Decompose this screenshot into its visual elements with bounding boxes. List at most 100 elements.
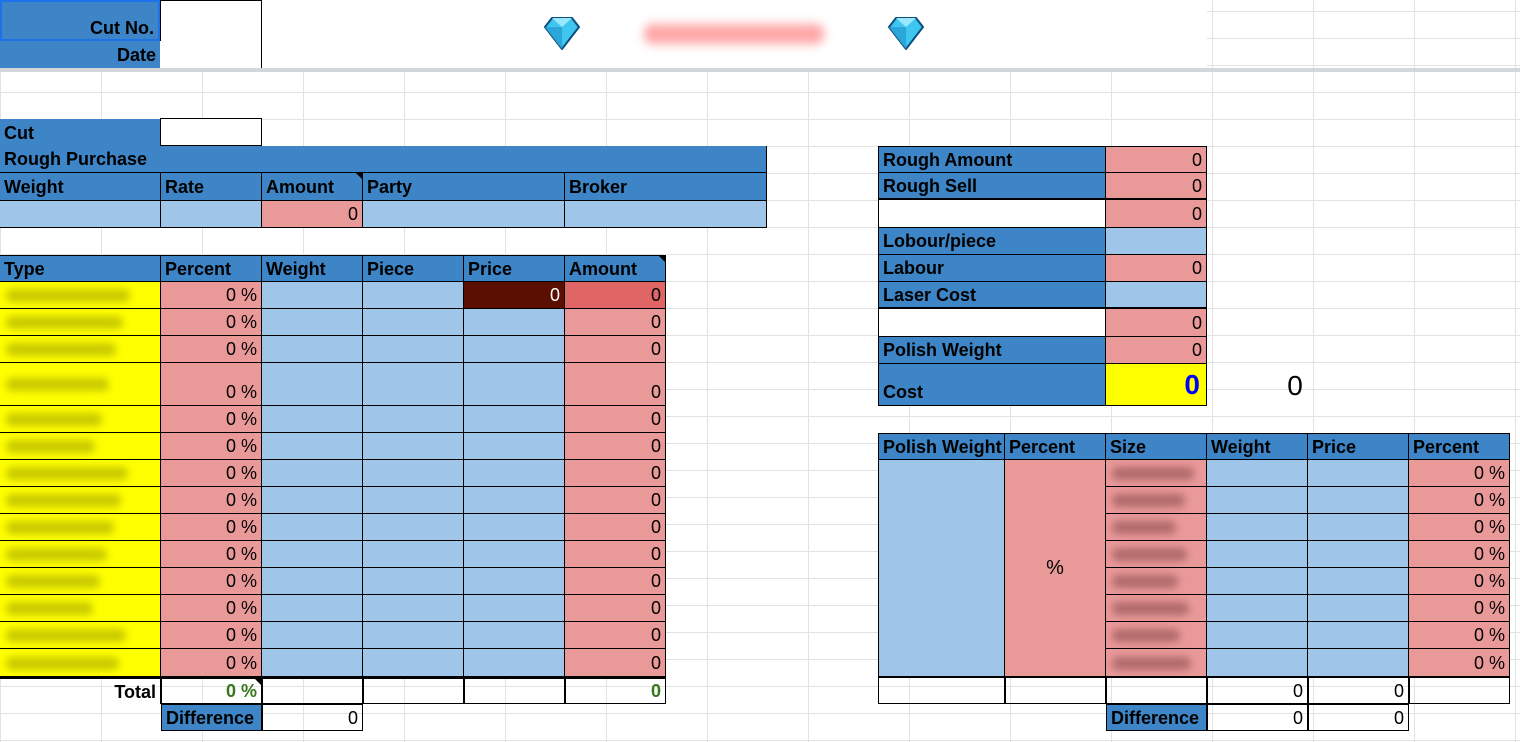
type-percent-cell: 0 %	[161, 460, 262, 487]
type-price-input[interactable]	[464, 514, 565, 541]
polish-price-row-input[interactable]	[1308, 514, 1409, 541]
type-name-cell[interactable]	[0, 541, 161, 568]
type-price-input[interactable]	[464, 541, 565, 568]
type-name-cell[interactable]	[0, 282, 161, 309]
type-weight-input[interactable]	[262, 649, 363, 677]
polish-size-cell	[1106, 595, 1207, 622]
polish-price-row-input[interactable]	[1308, 595, 1409, 622]
rough-broker-input[interactable]	[565, 201, 767, 228]
polish-weight-row-input[interactable]	[1207, 595, 1308, 622]
type-weight-input[interactable]	[262, 363, 363, 406]
polish-weight-value: 0	[1106, 337, 1207, 364]
type-name-cell[interactable]	[0, 514, 161, 541]
type-price-input[interactable]	[464, 363, 565, 406]
frozen-row-divider	[0, 68, 1520, 72]
polish-col-percent: Percent	[1005, 433, 1106, 460]
type-piece-input[interactable]	[363, 595, 464, 622]
type-price-input[interactable]	[464, 309, 565, 336]
type-name-cell[interactable]	[0, 568, 161, 595]
polish-weight-row-input[interactable]	[1207, 541, 1308, 568]
type-piece-input[interactable]	[363, 309, 464, 336]
type-price-input[interactable]	[464, 487, 565, 514]
polish-price-row-input[interactable]	[1308, 487, 1409, 514]
type-piece-input[interactable]	[363, 433, 464, 460]
polish-price-row-input[interactable]	[1308, 568, 1409, 595]
type-name-cell[interactable]	[0, 433, 161, 460]
polish-price-row-input[interactable]	[1308, 649, 1409, 677]
cut-no-field[interactable]	[160, 0, 262, 42]
type-price-input[interactable]	[464, 622, 565, 649]
type-piece-input[interactable]	[363, 363, 464, 406]
type-piece-input[interactable]	[363, 649, 464, 677]
polish-price-row-input[interactable]	[1308, 622, 1409, 649]
type-price-input[interactable]	[464, 406, 565, 433]
polish-total-blank-2	[1005, 677, 1106, 704]
type-piece-input[interactable]	[363, 568, 464, 595]
type-name-cell[interactable]	[0, 622, 161, 649]
type-weight-input[interactable]	[262, 406, 363, 433]
type-piece-input[interactable]	[363, 282, 464, 309]
polish-weight-row-input[interactable]	[1207, 460, 1308, 487]
type-name-cell[interactable]	[0, 487, 161, 514]
summary-blank2-value: 0	[1106, 309, 1207, 337]
laser-cost-input[interactable]	[1106, 282, 1207, 309]
polish-price-row-input[interactable]	[1308, 541, 1409, 568]
type-weight-input[interactable]	[262, 487, 363, 514]
cost-label: Cost	[878, 364, 1106, 406]
type-weight-input[interactable]	[262, 568, 363, 595]
cut-field[interactable]	[160, 118, 262, 146]
polish-weight-row-input[interactable]	[1207, 568, 1308, 595]
blurred-type-name	[6, 289, 130, 302]
polish-percent-merged: %	[1005, 460, 1106, 677]
polish-price-row-input[interactable]	[1308, 460, 1409, 487]
polish-weight-row-input[interactable]	[1207, 649, 1308, 677]
total-piece	[363, 677, 464, 704]
type-piece-input[interactable]	[363, 336, 464, 363]
type-weight-input[interactable]	[262, 541, 363, 568]
labour-value: 0	[1106, 255, 1207, 282]
type-piece-input[interactable]	[363, 622, 464, 649]
type-percent-cell: 0 %	[161, 433, 262, 460]
type-weight-input[interactable]	[262, 595, 363, 622]
type-price-cell[interactable]: 0	[464, 282, 565, 309]
type-percent-cell: 0 %	[161, 595, 262, 622]
type-weight-input[interactable]	[262, 282, 363, 309]
type-weight-input[interactable]	[262, 460, 363, 487]
polish-size-cell	[1106, 622, 1207, 649]
type-name-cell[interactable]	[0, 363, 161, 406]
type-weight-input[interactable]	[262, 514, 363, 541]
type-weight-input[interactable]	[262, 309, 363, 336]
type-piece-input[interactable]	[363, 406, 464, 433]
type-piece-input[interactable]	[363, 487, 464, 514]
labour-piece-input[interactable]	[1106, 228, 1207, 255]
type-price-input[interactable]	[464, 649, 565, 677]
type-name-cell[interactable]	[0, 460, 161, 487]
type-weight-input[interactable]	[262, 622, 363, 649]
type-price-input[interactable]	[464, 460, 565, 487]
type-piece-input[interactable]	[363, 541, 464, 568]
rough-rate-input[interactable]	[161, 201, 262, 228]
type-name-cell[interactable]	[0, 406, 161, 433]
type-weight-input[interactable]	[262, 336, 363, 363]
rough-party-input[interactable]	[363, 201, 565, 228]
type-piece-input[interactable]	[363, 460, 464, 487]
rough-weight-input[interactable]	[0, 201, 161, 228]
type-price-input[interactable]	[464, 336, 565, 363]
type-piece-input[interactable]	[363, 514, 464, 541]
polish-weight-row-input[interactable]	[1207, 622, 1308, 649]
type-weight-input[interactable]	[262, 433, 363, 460]
polish-col-percent-2: Percent	[1409, 433, 1510, 460]
polish-weight-row-input[interactable]	[1207, 514, 1308, 541]
type-name-cell[interactable]	[0, 309, 161, 336]
date-field[interactable]	[160, 41, 262, 68]
polish-percent-row: 0 %	[1409, 622, 1510, 649]
polish-weight-input[interactable]	[878, 460, 1005, 677]
polish-col-size: Size	[1106, 433, 1207, 460]
type-price-input[interactable]	[464, 433, 565, 460]
type-name-cell[interactable]	[0, 649, 161, 677]
polish-weight-row-input[interactable]	[1207, 487, 1308, 514]
type-price-input[interactable]	[464, 568, 565, 595]
type-price-input[interactable]	[464, 595, 565, 622]
type-name-cell[interactable]	[0, 595, 161, 622]
type-name-cell[interactable]	[0, 336, 161, 363]
